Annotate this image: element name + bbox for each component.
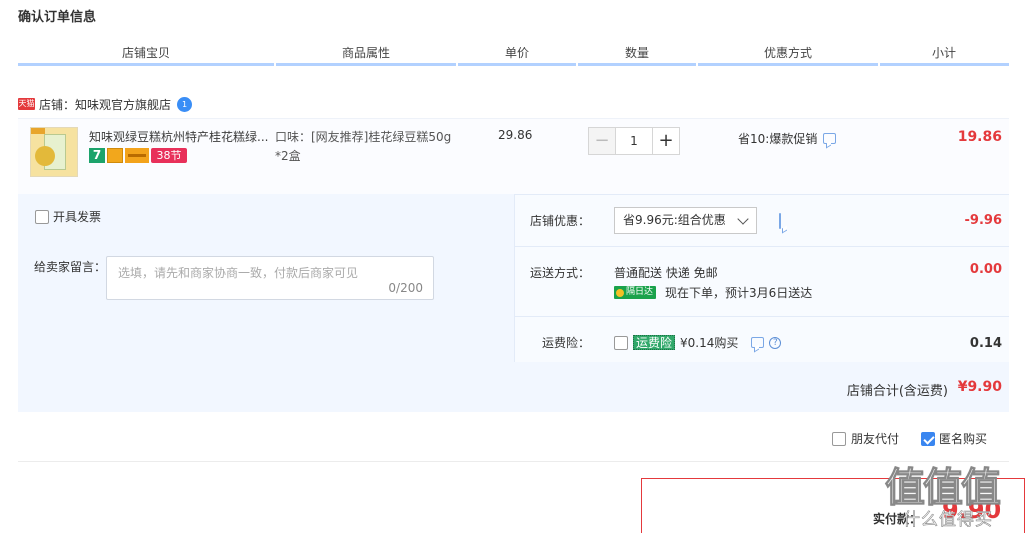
col-subtotal: 小计 bbox=[880, 44, 1009, 66]
header-divider-gap bbox=[696, 63, 698, 66]
friend-pay-option[interactable]: 朋友代付 bbox=[832, 430, 899, 447]
shipping-cell bbox=[514, 246, 1009, 316]
insurance-option: 运费险 ¥0.14购买 ? bbox=[614, 334, 782, 351]
quantity-decrease-button[interactable]: − bbox=[588, 127, 616, 155]
shop-name[interactable]: 店铺：知味观官方旗舰店 bbox=[39, 96, 171, 113]
chevron-down-icon bbox=[737, 213, 749, 225]
props-line: *2盒 bbox=[275, 149, 301, 163]
quantity-input[interactable]: 1 bbox=[616, 127, 652, 155]
header-divider-gap bbox=[274, 63, 276, 66]
header-divider-gap bbox=[878, 63, 880, 66]
seller-message-textarea[interactable]: 选填，请先和商家协商一致，付款后商家可见 0/200 bbox=[106, 256, 434, 300]
comment-icon[interactable] bbox=[823, 133, 837, 144]
shipping-label: 运送方式： bbox=[529, 266, 590, 280]
insurance-amount: 0.14 bbox=[969, 336, 1002, 351]
shop-discount-select[interactable]: 省9.96元:组合优惠 bbox=[614, 207, 757, 234]
discount-text: 省10:爆款促销 bbox=[738, 132, 818, 146]
shop-discount-amount: -9.96 bbox=[964, 213, 1002, 228]
credit-card-icon[interactable] bbox=[125, 148, 149, 163]
insurance-label: 运费险： bbox=[541, 336, 590, 350]
lightning-icon bbox=[616, 288, 624, 297]
props-line: 口味：[网友推荐]桂花绿豆糕50g bbox=[275, 130, 452, 144]
col-unit-price: 单价 bbox=[458, 44, 577, 66]
item-discount: 省10:爆款促销 bbox=[738, 130, 837, 147]
shipping-amount: 0.00 bbox=[969, 262, 1002, 277]
header-divider-gap bbox=[456, 63, 458, 66]
shop-total-amount: ¥9.90 bbox=[957, 379, 1002, 395]
wangwang-chat-icon[interactable]: 1 bbox=[177, 96, 193, 112]
product-title-link[interactable]: 知味观绿豆糕杭州特产桂花糕绿... bbox=[89, 128, 271, 145]
comment-icon[interactable] bbox=[751, 337, 765, 348]
friend-pay-checkbox[interactable] bbox=[832, 431, 846, 446]
insurance-tag: 运费险 bbox=[633, 335, 676, 350]
message-char-count: 0/200 bbox=[388, 281, 423, 295]
shop-row: 天猫 店铺：知味观官方旗舰店 1 bbox=[18, 96, 193, 113]
next-day-badge: 隔日达 bbox=[614, 286, 657, 299]
product-properties: 口味：[网友推荐]桂花绿豆糕50g *2盒 bbox=[275, 128, 460, 166]
service-badges: 7 38节 bbox=[89, 148, 187, 163]
shipping-eta-row: 隔日达 现在下单，预计3月6日送达 bbox=[614, 284, 812, 301]
anonymous-checkbox[interactable] bbox=[921, 431, 936, 446]
shipping-eta: 现在下单，预计3月6日送达 bbox=[665, 286, 813, 300]
page-title: 确认订单信息 bbox=[18, 10, 97, 25]
header-divider-gap bbox=[576, 63, 578, 66]
quality-guarantee-icon[interactable] bbox=[107, 148, 123, 163]
next-day-text: 隔日达 bbox=[626, 287, 654, 297]
message-placeholder: 选填，请先和商家协商一致，付款后商家可见 bbox=[118, 266, 359, 280]
col-shop-item: 店铺宝贝 bbox=[18, 44, 275, 66]
shop-total-label: 店铺合计(含运费) bbox=[846, 384, 948, 399]
shop-discount-label: 店铺优惠： bbox=[529, 214, 590, 228]
friend-pay-label: 朋友代付 bbox=[851, 432, 900, 446]
unit-price: 29.86 bbox=[498, 128, 533, 142]
invoice-checkbox[interactable] bbox=[35, 209, 49, 224]
comment-icon[interactable] bbox=[779, 213, 781, 229]
divider bbox=[18, 461, 1009, 462]
help-icon[interactable]: ? bbox=[769, 336, 782, 349]
shipping-method: 普通配送 快递 免邮 bbox=[614, 266, 718, 280]
bottom-options: 朋友代付 匿名购买 bbox=[832, 430, 987, 447]
seven-day-return-icon[interactable]: 7 bbox=[89, 148, 105, 163]
item-subtotal: 19.86 bbox=[957, 129, 1002, 145]
tmall-icon: 天猫 bbox=[18, 98, 35, 110]
col-properties: 商品属性 bbox=[276, 44, 457, 66]
col-quantity: 数量 bbox=[578, 44, 697, 66]
insurance-price: ¥0.14购买 bbox=[680, 336, 739, 350]
product-thumbnail[interactable] bbox=[30, 127, 78, 177]
message-label: 给卖家留言： bbox=[34, 260, 107, 274]
festival-38-badge[interactable]: 38节 bbox=[151, 148, 187, 163]
invoice-option[interactable]: 开具发票 bbox=[35, 208, 101, 225]
insurance-checkbox[interactable] bbox=[614, 335, 628, 350]
watermark-text: 什么值得买 bbox=[903, 510, 993, 531]
invoice-label: 开具发票 bbox=[53, 210, 102, 224]
anonymous-option[interactable]: 匿名购买 bbox=[921, 430, 987, 447]
header-divider bbox=[18, 63, 1009, 66]
quantity-stepper: − 1 + bbox=[588, 127, 680, 155]
anonymous-label: 匿名购买 bbox=[939, 432, 988, 446]
col-discount: 优惠方式 bbox=[698, 44, 879, 66]
quantity-increase-button[interactable]: + bbox=[652, 127, 680, 155]
shop-discount-selected: 省9.96元:组合优惠 bbox=[623, 213, 726, 227]
